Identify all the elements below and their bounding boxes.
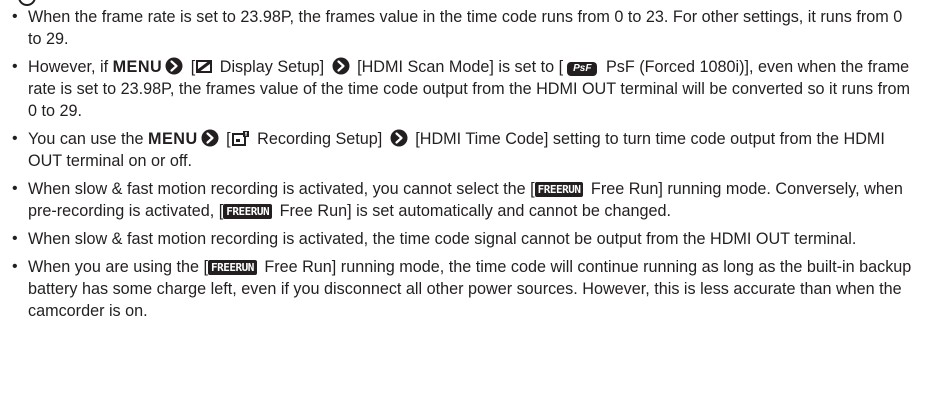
note-item: • When you are using the [FREERUN Free R… <box>10 256 920 322</box>
note-text-part: When slow & fast motion recording is act… <box>28 180 535 198</box>
note-item: • However, if MENU [ Display Setup] [HDM… <box>10 56 920 122</box>
manual-page: • When the frame rate is set to 23.98P, … <box>0 0 936 414</box>
free-run-icon: FREERUN <box>207 260 257 275</box>
note-text-part: [ <box>221 130 231 148</box>
note-item: • When slow & fast motion recording is a… <box>10 178 920 222</box>
recording-setup-icon <box>231 131 249 146</box>
note-text-part: You can use the <box>28 130 149 148</box>
note-text-part: Display Setup] <box>215 58 329 76</box>
menu-keyword: MENU <box>148 130 198 148</box>
bullet: • <box>12 258 18 275</box>
note-item: • You can use the MENU [ Recording Setup… <box>10 128 920 172</box>
free-run-icon: FREERUN <box>223 204 273 219</box>
note-text-part: Recording Setup] <box>252 130 387 148</box>
display-setup-icon <box>196 60 213 73</box>
psf-badge-icon: PsF <box>567 62 598 76</box>
note-text: When the frame rate is set to 23.98P, th… <box>28 8 903 48</box>
note-text-part: Free Run] is set automatically and canno… <box>275 202 672 220</box>
note-item: • When the frame rate is set to 23.98P, … <box>10 6 920 50</box>
note-text-part: [HDMI Scan Mode] is set to [ <box>352 58 564 76</box>
note-item: • When slow & fast motion recording is a… <box>10 228 920 250</box>
arrow-right-icon <box>165 57 183 75</box>
menu-keyword: MENU <box>112 58 163 76</box>
bullet: • <box>12 180 18 197</box>
free-run-icon: FREERUN <box>534 182 584 197</box>
arrow-right-icon <box>332 57 350 75</box>
notes-list: • When the frame rate is set to 23.98P, … <box>10 6 920 328</box>
bullet: • <box>12 230 18 247</box>
note-text-part: [ <box>186 58 196 76</box>
bullet: • <box>12 58 18 75</box>
bullet: • <box>12 8 18 25</box>
arrow-right-icon <box>390 129 408 147</box>
arrow-right-icon <box>201 129 219 147</box>
bullet: • <box>12 130 18 147</box>
note-text-part: However, if <box>28 58 113 76</box>
note-text-part: When you are using the [ <box>28 258 208 276</box>
note-text: When slow & fast motion recording is act… <box>28 230 857 248</box>
